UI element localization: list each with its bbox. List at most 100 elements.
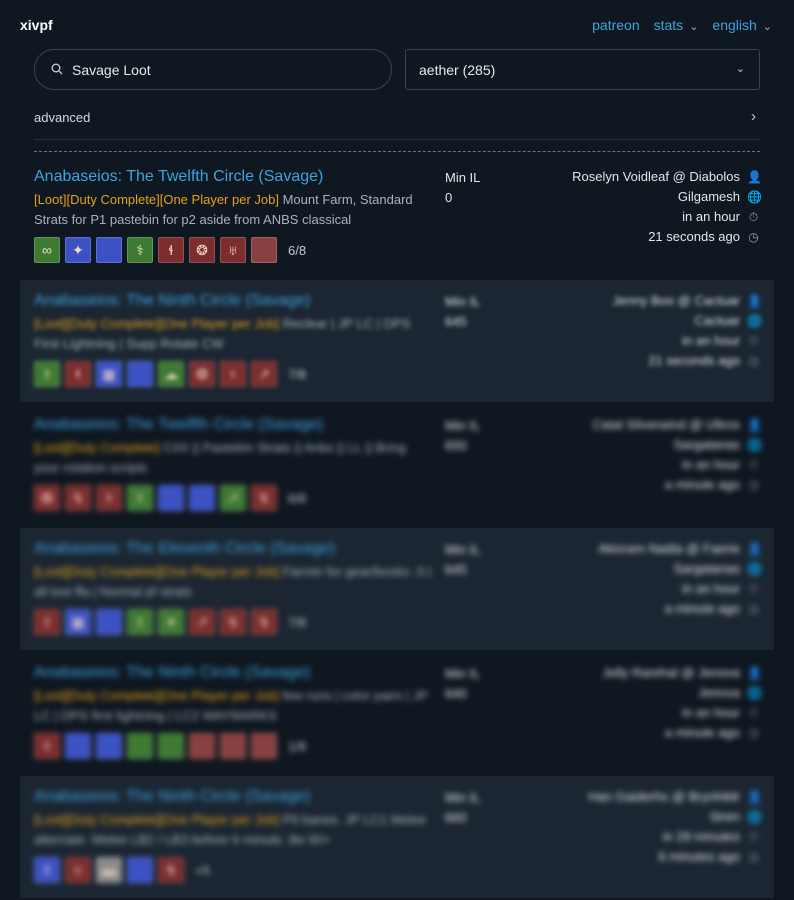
party-slot-dps: ɬ xyxy=(34,733,60,759)
party-slot-heal: ☁ xyxy=(158,361,184,387)
party-slot-gray: ▬ xyxy=(96,857,122,883)
party-slot-heal: ⚕ xyxy=(127,609,153,635)
listing-world: Sargatanas 🌐 xyxy=(598,559,762,579)
listing-expires-text: in an hour xyxy=(682,705,740,720)
listing-world: Sargatanas 🌐 xyxy=(592,435,762,455)
min-item-level: Min IL 645 xyxy=(445,540,480,580)
listing-list: Anabaseios: The Twelfth Circle (Savage) … xyxy=(20,156,774,900)
listing-world-text: Siren xyxy=(709,809,740,824)
listing-expires: in an hour ⏱ xyxy=(592,455,760,475)
listing-creator: Roselyn Voidleaf @ Diabolos 👤 xyxy=(572,167,762,187)
brand-logo[interactable]: xivpf xyxy=(20,17,53,33)
search-icon xyxy=(51,63,63,75)
min-item-level: Min IL 650 xyxy=(445,416,480,456)
listing-meta: Akisram Nadia @ Faerie 👤 Sargatanas 🌐 in an … xyxy=(598,539,762,619)
clock-icon: ◷ xyxy=(748,601,759,616)
listing-meta: Han Gaiderhs @ Brynhildr 👤 Siren 🌐 in 29 min… xyxy=(588,787,762,867)
job-icon: ☀ xyxy=(164,613,178,630)
listing-expires: in an hour ⏱ xyxy=(613,331,760,351)
listing-updated-text: 6 minutes ago xyxy=(658,849,740,864)
listing-description: [Loot][Duty Complete][One Player per Job… xyxy=(34,810,434,850)
party-slot-tank xyxy=(127,857,153,883)
listing-tags: [Loot][Duty Complete][One Player per Job… xyxy=(34,192,279,207)
listing-creator-text: Catal Silverwind @ Ultros xyxy=(592,417,740,432)
listing-world: Cactuar 🌐 xyxy=(613,311,762,331)
listing-creator: Jenny Boo @ Cactuar 👤 xyxy=(612,291,762,311)
listing-expires: in an hour ⏱ xyxy=(603,703,760,723)
listing-updated: 21 seconds ago ◷ xyxy=(613,351,760,371)
clock-icon: ◷ xyxy=(748,725,759,740)
duty-name[interactable]: Anabaseios: The Ninth Circle (Savage) xyxy=(34,788,310,806)
listing-creator: Akisram Nadia @ Faerie 👤 xyxy=(598,539,762,559)
party-slot-heal xyxy=(127,733,153,759)
globe-icon: 🌐 xyxy=(747,313,762,328)
duty-name[interactable]: Anabaseios: The Ninth Circle (Savage) xyxy=(34,292,310,310)
party-count: +5 xyxy=(195,862,210,878)
listing-creator-text: Jenny Boo @ Cactuar xyxy=(612,293,740,308)
listing-meta: Jenny Boo @ Cactuar 👤 Cactuar 🌐 in an hour ⏱ 2… xyxy=(612,291,762,371)
duty-name[interactable]: Anabaseios: The Eleventh Circle (Savage) xyxy=(34,540,335,558)
nav-stats-dropdown[interactable]: stats ⌄ xyxy=(654,17,699,33)
job-icon: ☁ xyxy=(164,365,178,382)
party-slot-dps: ♅ xyxy=(220,237,246,263)
duty-name[interactable]: Anabaseios: The Twelfth Circle (Savage) xyxy=(34,416,323,434)
globe-icon: 🌐 xyxy=(747,685,762,700)
listing-tags: [Loot][Duty Complete][One Player per Job… xyxy=(34,688,279,703)
search-input[interactable]: Savage Loot xyxy=(34,49,392,90)
party-slot-heal: ☀ xyxy=(158,609,184,635)
party-slot-tank xyxy=(158,485,184,511)
advanced-toggle[interactable]: advanced › xyxy=(34,108,760,140)
listing-card[interactable]: Anabaseios: The Twelfth Circle (Savage) … xyxy=(20,156,774,278)
listing-card[interactable]: Anabaseios: The Ninth Circle (Savage) [L… xyxy=(20,652,774,774)
party-slot-dps: ɬ xyxy=(158,237,184,263)
min-il-value: 645 xyxy=(445,314,467,329)
user-icon: 👤 xyxy=(747,665,762,680)
chevron-down-icon: ⌄ xyxy=(735,63,745,75)
datacenter-select[interactable]: aether (285) ⌄ xyxy=(405,49,760,90)
party-count: 7/8 xyxy=(288,614,307,630)
job-icon: ♆ xyxy=(227,366,239,382)
party-slot-dps: ↯ xyxy=(220,609,246,635)
timer-icon: ⏱ xyxy=(748,333,759,348)
party-slot-dps: ♆ xyxy=(220,361,246,387)
min-il-value: 660 xyxy=(445,810,467,825)
job-icon: ↯ xyxy=(72,489,84,506)
listing-world-text: Gilgamesh xyxy=(677,189,740,204)
min-il-label: Min IL xyxy=(445,790,481,805)
listing-expires-text: in an hour xyxy=(682,581,740,596)
party-slots: ɬ ▦ ⚕ ☀ ↗ ↯ ↯ 7/8 xyxy=(34,609,306,635)
timer-icon: ⏱ xyxy=(748,829,759,844)
min-item-level: Min IL 640 xyxy=(445,664,480,704)
job-icon: ↗ xyxy=(227,489,239,506)
min-il-value: 650 xyxy=(445,438,467,453)
listing-card[interactable]: Anabaseios: The Ninth Circle (Savage) [L… xyxy=(20,280,774,402)
nav-patreon-link[interactable]: patreon xyxy=(592,17,639,33)
duty-name[interactable]: Anabaseios: The Twelfth Circle (Savage) xyxy=(34,168,323,186)
party-slot-tank xyxy=(127,361,153,387)
clock-icon: ◷ xyxy=(748,353,759,368)
job-icon: ↗ xyxy=(196,613,208,630)
min-il-value: 645 xyxy=(445,562,467,577)
listing-card[interactable]: Anabaseios: The Eleventh Circle (Savage)… xyxy=(20,528,774,650)
listing-card[interactable]: Anabaseios: The Twelfth Circle (Savage) … xyxy=(20,404,774,526)
duty-name[interactable]: Anabaseios: The Ninth Circle (Savage) xyxy=(34,664,310,682)
globe-icon: 🌐 xyxy=(747,809,762,824)
search-row: Savage Loot aether (285) ⌄ xyxy=(34,49,760,90)
party-slots: ❂ ↯ ɬ ⚕ ↗ ↯ 6/8 xyxy=(34,485,306,511)
job-icon: ɬ xyxy=(106,490,112,506)
listing-card[interactable]: Anabaseios: The Ninth Circle (Savage) [L… xyxy=(20,776,774,898)
party-slot-dps: ɬ xyxy=(34,609,60,635)
user-icon: 👤 xyxy=(747,417,762,432)
party-slot-tank xyxy=(96,609,122,635)
globe-icon: 🌐 xyxy=(747,561,762,576)
min-il-label: Min IL xyxy=(445,170,481,185)
search-value: Savage Loot xyxy=(72,62,151,78)
nav-language-dropdown[interactable]: english ⌄ xyxy=(712,17,772,33)
datacenter-select-value: aether (285) xyxy=(419,62,496,78)
listing-creator: Jelly Rarehal @ Jenova 👤 xyxy=(603,663,762,683)
top-bar: xivpf patreon stats ⌄ english ⌄ xyxy=(0,0,794,48)
listing-expires: in an hour ⏱ xyxy=(598,579,760,599)
timer-icon: ⏱ xyxy=(748,581,759,596)
job-icon: ⚕ xyxy=(136,613,144,630)
listing-expires-text: in an hour xyxy=(682,209,740,224)
